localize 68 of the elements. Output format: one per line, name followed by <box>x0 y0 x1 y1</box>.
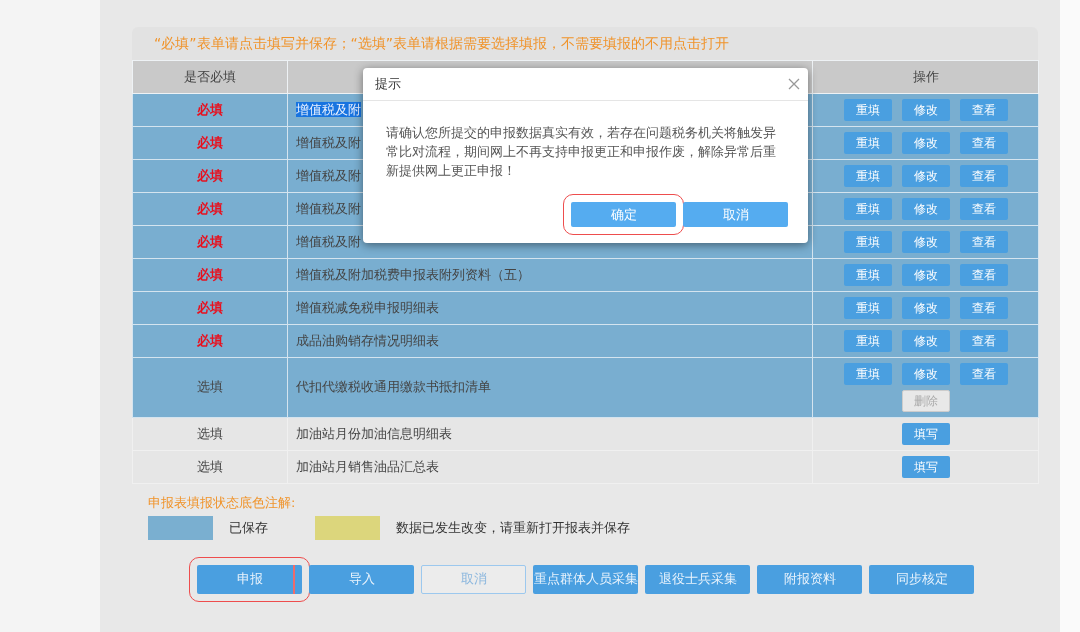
action-button[interactable]: 重填 <box>843 165 892 187</box>
requirement-label: 选填 <box>197 379 223 394</box>
form-name[interactable]: 增值税及附 <box>296 101 361 117</box>
action-button[interactable]: 重填 <box>843 363 892 385</box>
action-button[interactable]: 修改 <box>901 165 950 187</box>
action-button[interactable]: 重填 <box>843 297 892 319</box>
action-button[interactable]: 修改 <box>901 132 950 154</box>
column-header: 操作 <box>812 60 1039 94</box>
form-name[interactable]: 增值税减免税申报明细表 <box>296 299 439 315</box>
action-button[interactable]: 修改 <box>901 330 950 352</box>
requirement-label: 选填 <box>197 458 223 474</box>
action-button[interactable]: 重填 <box>843 198 892 220</box>
action-button[interactable]: 查看 <box>959 231 1008 253</box>
requirement-label: 必填 <box>197 266 223 282</box>
confirm-button[interactable]: 确定 <box>571 202 676 227</box>
cancel-button[interactable]: 取消 <box>683 202 788 227</box>
requirement-label: 必填 <box>197 101 223 117</box>
action-button[interactable]: 申报 <box>197 565 302 594</box>
form-name[interactable]: 代扣代缴税收通用缴款书抵扣清单 <box>296 379 491 394</box>
action-button[interactable]: 修改 <box>901 99 950 121</box>
action-button[interactable]: 重点群体人员采集 <box>533 565 638 594</box>
close-icon[interactable] <box>788 78 800 90</box>
action-button[interactable]: 同步核定 <box>869 565 974 594</box>
form-name[interactable]: 增值税及附 <box>296 167 361 183</box>
action-button[interactable]: 重填 <box>843 264 892 286</box>
action-button[interactable]: 查看 <box>959 264 1008 286</box>
notice-text: “必填”表单请点击填写并保存；“选填”表单请根据需要选择填报，不需要填报的不用点击打开 <box>132 27 1038 60</box>
action-button[interactable]: 取消 <box>421 565 526 594</box>
legend-label: 已保存 <box>229 519 269 537</box>
requirement-label: 必填 <box>197 233 223 249</box>
form-name[interactable]: 增值税及附 <box>296 134 361 150</box>
action-button[interactable]: 填写 <box>901 456 950 478</box>
form-name[interactable]: 增值税及附 <box>296 233 361 249</box>
action-button[interactable]: 修改 <box>901 231 950 253</box>
action-button[interactable]: 重填 <box>843 231 892 253</box>
requirement-label: 必填 <box>197 134 223 150</box>
action-button[interactable]: 查看 <box>959 330 1008 352</box>
action-button[interactable]: 查看 <box>959 132 1008 154</box>
action-button[interactable]: 查看 <box>959 198 1008 220</box>
legend-label: 数据已发生改变，请重新打开报表并保存 <box>396 519 630 537</box>
form-name[interactable]: 加油站月销售油品汇总表 <box>296 458 439 474</box>
action-button[interactable]: 查看 <box>959 297 1008 319</box>
form-name[interactable]: 加油站月份加油信息明细表 <box>296 425 452 441</box>
requirement-label: 必填 <box>197 167 223 183</box>
action-button[interactable]: 附报资料 <box>757 565 862 594</box>
column-header: 是否必填 <box>132 60 288 94</box>
action-button[interactable]: 修改 <box>901 264 950 286</box>
legend-title: 申报表填报状态底色注解: <box>148 494 297 512</box>
action-button[interactable]: 修改 <box>901 363 950 385</box>
action-button[interactable]: 查看 <box>959 363 1008 385</box>
form-name[interactable]: 成品油购销存情况明细表 <box>296 332 439 348</box>
action-button[interactable]: 查看 <box>959 99 1008 121</box>
action-button[interactable]: 导入 <box>309 565 414 594</box>
action-button[interactable]: 退役士兵采集 <box>645 565 750 594</box>
action-button[interactable]: 重填 <box>843 330 892 352</box>
form-name[interactable]: 增值税及附 <box>296 200 361 216</box>
action-button[interactable]: 重填 <box>843 99 892 121</box>
dialog-message: 请确认您所提交的申报数据真实有效，若存在问题税务机关将触发异常比对流程，期间网上不再支持申报更正和申报作废，解除异常后重新提供网上更正申报！ <box>386 124 777 180</box>
requirement-label: 必填 <box>197 332 223 348</box>
requirement-label: 选填 <box>197 425 223 441</box>
action-button[interactable]: 修改 <box>901 297 950 319</box>
requirement-label: 必填 <box>197 299 223 315</box>
action-button[interactable]: 修改 <box>901 198 950 220</box>
dialog-title: 提示 <box>375 75 401 93</box>
action-button[interactable]: 填写 <box>901 423 950 445</box>
requirement-label: 必填 <box>197 200 223 216</box>
action-button[interactable]: 查看 <box>959 165 1008 187</box>
action-button[interactable]: 重填 <box>843 132 892 154</box>
